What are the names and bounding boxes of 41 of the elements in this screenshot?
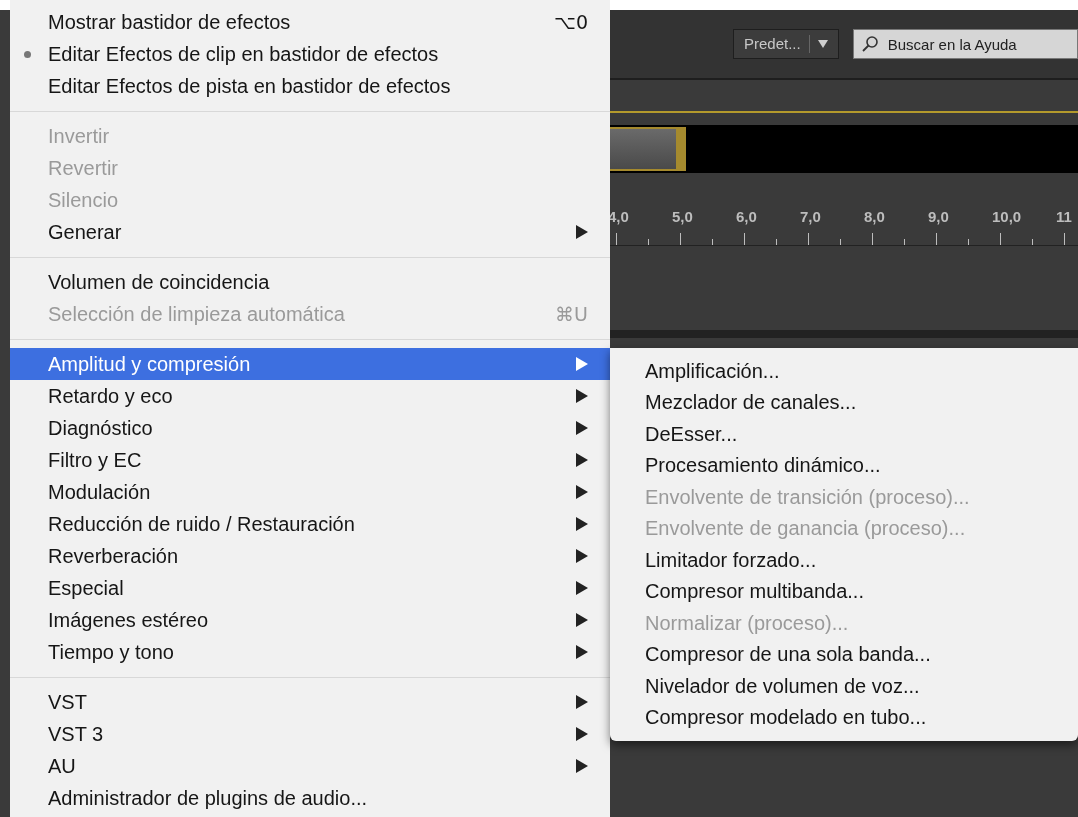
- menu-item[interactable]: Especial: [10, 572, 610, 604]
- menu-item[interactable]: Amplificación...: [610, 355, 1078, 387]
- menu-item[interactable]: Volumen de coincidencia: [10, 266, 610, 298]
- ruler-label: 5,0: [672, 207, 693, 227]
- workspace-dropdown[interactable]: Predet...: [733, 29, 839, 59]
- menu-item[interactable]: AU: [10, 750, 610, 782]
- menu-item[interactable]: Compresor multibanda...: [610, 575, 1078, 607]
- menu-item[interactable]: Tiempo y tono: [10, 636, 610, 668]
- menu-item[interactable]: Compresor de una sola banda...: [610, 638, 1078, 670]
- search-icon: [860, 35, 879, 53]
- menu-item[interactable]: VST 3: [10, 718, 610, 750]
- menu-item[interactable]: Procesamiento dinámico...: [610, 449, 1078, 481]
- menu-item[interactable]: Reverberación: [10, 540, 610, 572]
- ruler-label: 9,0: [928, 207, 949, 227]
- menu-item[interactable]: Editar Efectos de clip en bastidor de efectos: [10, 38, 610, 70]
- shortcut-label: ⌥0: [554, 9, 588, 35]
- search-field[interactable]: Buscar en la Ayuda: [852, 29, 1078, 59]
- menu-item[interactable]: Generar: [10, 216, 610, 248]
- ruler-label: 8,0: [864, 207, 885, 227]
- menu-item[interactable]: Retardo y eco: [10, 380, 610, 412]
- caret-icon: [817, 40, 828, 48]
- menu-item[interactable]: VST: [10, 686, 610, 718]
- ruler-label: 11: [1056, 207, 1072, 227]
- ruler-label: 6,0: [736, 207, 757, 227]
- menu-item[interactable]: Limitador forzado...: [610, 544, 1078, 576]
- menu-item[interactable]: Nivelador de volumen de voz...: [610, 670, 1078, 702]
- shortcut-label: ⌘U: [555, 301, 588, 327]
- menu-item[interactable]: Reducción de ruido / Restauración: [10, 508, 610, 540]
- menu-item[interactable]: DeEsser...: [610, 418, 1078, 450]
- ruler-label: 7,0: [800, 207, 821, 227]
- menu-item[interactable]: Imágenes estéreo: [10, 604, 610, 636]
- menu-item[interactable]: Editar Efectos de pista en bastidor de efectos: [10, 70, 610, 102]
- menu-item[interactable]: Compresor modelado en tubo...: [610, 701, 1078, 733]
- menu-item[interactable]: Filtro y EC: [10, 444, 610, 476]
- menu-item[interactable]: Mostrar bastidor de efectos ⌥0: [10, 6, 610, 38]
- menu-item[interactable]: Mezclador de canales...: [610, 386, 1078, 418]
- menu-item[interactable]: Modulación: [10, 476, 610, 508]
- menu-item[interactable]: Administrador de plugins de audio...: [10, 782, 610, 814]
- ruler-label: 10,0: [992, 207, 1022, 227]
- menu-item[interactable]: Diagnóstico: [10, 412, 610, 444]
- menu-item[interactable]: Amplitud y compresión: [10, 348, 610, 380]
